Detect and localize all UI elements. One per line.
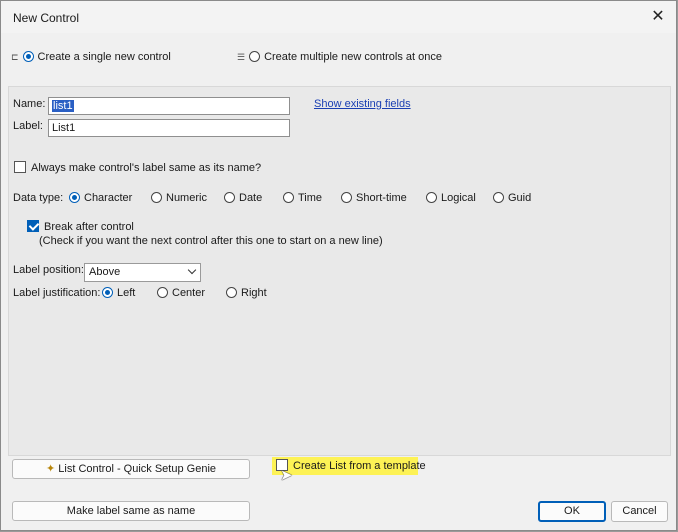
data-type-time-label: Time: [298, 192, 323, 204]
name-label: Name:: [13, 98, 46, 110]
justify-center-radio[interactable]: [157, 287, 168, 298]
data-type-short-time-radio[interactable]: [341, 192, 352, 203]
data-type-guid-radio[interactable]: [493, 192, 504, 203]
show-existing-fields-link[interactable]: Show existing fields: [314, 98, 411, 110]
data-type-logical-radio[interactable]: [426, 192, 437, 203]
always-same-option[interactable]: Always make control's label same as its …: [14, 161, 261, 174]
name-value: list1: [52, 100, 74, 112]
always-same-checkbox[interactable]: [14, 161, 26, 173]
break-after-option[interactable]: Break after control: [27, 220, 134, 233]
mode-multiple-radio[interactable]: [249, 51, 261, 62]
window-title: New Control: [13, 11, 80, 25]
label-position-label: Label position:: [13, 264, 84, 276]
mouse-cursor-icon: ➤: [280, 467, 293, 484]
data-type-character-label: Character: [84, 192, 133, 204]
data-type-date-radio[interactable]: [224, 192, 235, 203]
title-bar: New Control ✕: [1, 1, 676, 33]
always-same-label: Always make control's label same as its …: [31, 162, 262, 174]
justify-left[interactable]: Left: [102, 287, 135, 299]
template-label: Create List from a template: [293, 460, 426, 472]
data-type-numeric[interactable]: Numeric: [151, 192, 207, 204]
close-icon[interactable]: ✕: [648, 7, 668, 27]
data-type-logical[interactable]: Logical: [426, 192, 476, 204]
label-position-value: Above: [89, 266, 121, 278]
wand-icon: ✦: [45, 463, 56, 475]
data-type-guid[interactable]: Guid: [493, 192, 531, 204]
data-type-numeric-label: Numeric: [166, 192, 207, 204]
justify-right-label: Right: [241, 287, 267, 299]
data-type-time-radio[interactable]: [283, 192, 294, 203]
data-type-short-time-label: Short-time: [356, 192, 407, 204]
break-after-checkbox[interactable]: [27, 220, 39, 232]
justify-center-label: Center: [172, 287, 206, 299]
single-control-icon: ⊏: [11, 52, 19, 62]
data-type-numeric-radio[interactable]: [151, 192, 162, 203]
mode-single-label: Create a single new control: [37, 51, 171, 63]
label-label: Label:: [13, 120, 43, 132]
name-field[interactable]: list1: [48, 97, 290, 115]
label-position-select[interactable]: Above: [84, 263, 201, 282]
make-label-same-button[interactable]: Make label same as name: [12, 501, 250, 521]
data-type-logical-label: Logical: [441, 192, 476, 204]
justify-left-radio[interactable]: [102, 287, 113, 298]
label-justification-label: Label justification:: [13, 287, 101, 299]
data-type-guid-label: Guid: [508, 192, 532, 204]
multiple-controls-icon: ☰: [237, 52, 246, 62]
chevron-down-icon: [187, 265, 197, 275]
mode-multiple-label: Create multiple new controls at once: [264, 51, 443, 63]
justify-right-radio[interactable]: [226, 287, 237, 298]
break-after-hint: (Check if you want the next control afte…: [39, 235, 383, 247]
label-field[interactable]: List1: [48, 119, 290, 137]
quick-setup-genie-label: List Control - Quick Setup Genie: [58, 463, 217, 475]
data-type-character[interactable]: Character: [69, 192, 132, 204]
data-type-character-radio[interactable]: [69, 192, 80, 203]
mode-multiple-option[interactable]: ☰ Create multiple new controls at once: [237, 51, 442, 63]
justify-center[interactable]: Center: [157, 287, 205, 299]
justify-left-label: Left: [117, 287, 136, 299]
mode-single-radio[interactable]: [22, 51, 34, 62]
template-option[interactable]: Create List from a template: [276, 459, 426, 472]
ok-button[interactable]: OK: [538, 501, 606, 522]
data-type-date-label: Date: [239, 192, 263, 204]
data-type-date[interactable]: Date: [224, 192, 262, 204]
data-type-short-time[interactable]: Short-time: [341, 192, 407, 204]
new-control-dialog: New Control ✕ ⊏ Create a single new contr…: [0, 0, 677, 531]
data-type-label: Data type:: [13, 192, 64, 204]
data-type-time[interactable]: Time: [283, 192, 322, 204]
justify-right[interactable]: Right: [226, 287, 267, 299]
mode-single-option[interactable]: ⊏ Create a single new control: [11, 51, 171, 63]
label-value: List1: [52, 122, 76, 134]
quick-setup-genie-button[interactable]: ✦ List Control - Quick Setup Genie: [12, 459, 250, 479]
cancel-button[interactable]: Cancel: [611, 501, 668, 522]
break-after-label: Break after control: [44, 221, 134, 233]
